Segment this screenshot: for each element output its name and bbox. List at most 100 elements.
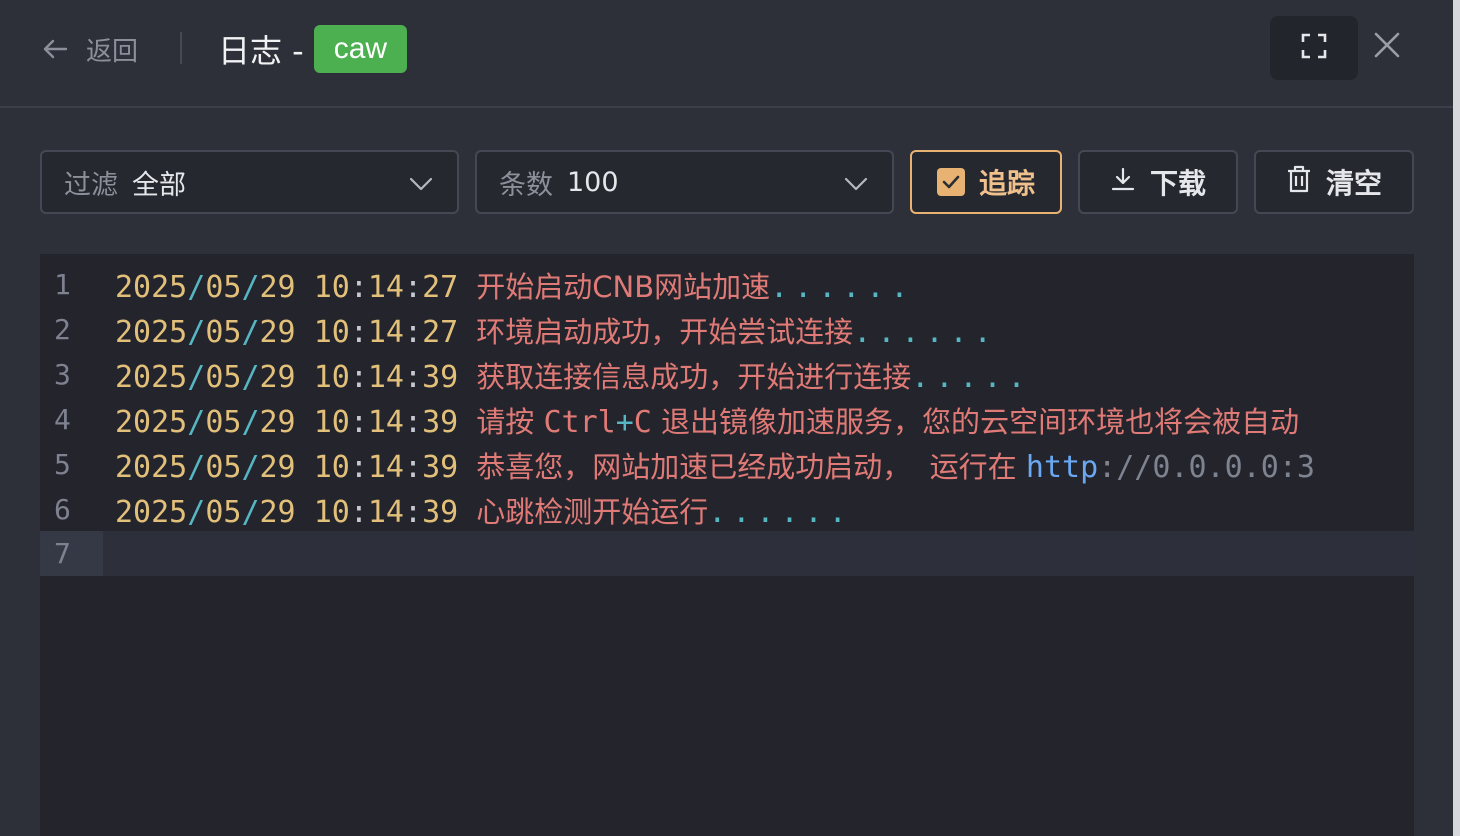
log-year: 2025 <box>115 269 188 305</box>
log-message: 恭喜您，网站加速已经成功启动， 运行在 <box>476 449 1026 484</box>
filter-value: 全部 <box>132 169 186 201</box>
header-divider <box>180 32 182 64</box>
fullscreen-icon <box>1300 32 1328 64</box>
log-day: 29 <box>259 314 296 350</box>
log-viewer[interactable]: 1 2025/05/29 10:14:27 开始启动CNB网站加速...... … <box>40 254 1414 836</box>
count-label: 条数 <box>499 169 553 201</box>
log-minute: 14 <box>367 404 404 440</box>
log-content: 2025/05/29 10:14:27 开始启动CNB网站加速...... <box>115 269 915 305</box>
log-line: 3 2025/05/29 10:14:39 获取连接信息成功，开始进行连接...… <box>40 352 1414 397</box>
log-month: 05 <box>205 269 242 305</box>
log-hour: 10 <box>313 314 350 350</box>
line-number: 5 <box>54 448 71 481</box>
checkbox-checked-icon[interactable] <box>936 168 965 196</box>
clear-label: 清空 <box>1325 167 1382 200</box>
log-line-active[interactable]: 7 <box>40 531 1414 576</box>
log-message: 环境启动成功，开始尝试连接 <box>476 314 854 349</box>
back-label: 返回 <box>86 36 139 67</box>
log-day: 29 <box>259 404 296 440</box>
log-year: 2025 <box>115 449 188 485</box>
log-second: 39 <box>422 494 459 530</box>
log-minute: 14 <box>367 359 404 395</box>
line-number: 1 <box>54 268 71 301</box>
log-second: 39 <box>422 359 459 395</box>
fullscreen-button[interactable] <box>1270 16 1358 80</box>
log-second: 27 <box>422 314 459 350</box>
line-number: 3 <box>54 358 71 391</box>
log-content: 2025/05/29 10:14:39 请按 Ctrl+C 退出镜像加速服务，您… <box>115 404 1300 440</box>
line-number: 6 <box>54 493 71 526</box>
track-label: 追踪 <box>978 167 1035 200</box>
log-hour: 10 <box>313 449 350 485</box>
log-minute: 14 <box>367 449 404 485</box>
log-url-scheme[interactable]: http <box>1026 450 1098 485</box>
log-second: 39 <box>422 404 459 440</box>
log-month: 05 <box>205 449 242 485</box>
log-day: 29 <box>259 359 296 395</box>
log-dots: ...... <box>853 314 998 350</box>
dialog-header: 返回 日志 - caw <box>0 0 1453 108</box>
line-number: 2 <box>54 313 71 346</box>
log-message: 心跳检测开始运行 <box>476 494 709 529</box>
title-text: 日志 - <box>218 32 304 70</box>
back-button[interactable]: 返回 <box>40 30 138 68</box>
log-line: 1 2025/05/29 10:14:27 开始启动CNB网站加速...... <box>40 262 1414 307</box>
count-select[interactable]: 条数 100 <box>475 150 894 214</box>
line-number: 4 <box>54 403 71 436</box>
chevron-down-icon <box>844 172 868 203</box>
log-line: 5 2025/05/29 10:14:39 恭喜您，网站加速已经成功启动， 运行… <box>40 442 1414 487</box>
line-number: 7 <box>40 531 103 576</box>
log-month: 05 <box>205 494 242 530</box>
log-hour: 10 <box>313 494 350 530</box>
log-dots: ...... <box>708 494 853 530</box>
page-title: 日志 - caw <box>218 24 408 74</box>
log-year: 2025 <box>115 359 188 395</box>
log-content: 2025/05/29 10:14:39 恭喜您，网站加速已经成功启动， 运行在 … <box>115 449 1315 485</box>
log-content: 2025/05/29 10:14:39 获取连接信息成功，开始进行连接..... <box>115 359 1032 395</box>
download-button[interactable]: 下载 <box>1078 150 1238 214</box>
log-key-c: C <box>633 404 652 440</box>
log-hour: 10 <box>313 269 350 305</box>
close-icon <box>1372 30 1402 64</box>
log-url[interactable]: ://0.0.0.0:3 <box>1098 450 1315 485</box>
log-message: 请按 <box>476 404 544 439</box>
track-toggle-button[interactable]: 追踪 <box>910 150 1062 214</box>
log-line: 4 2025/05/29 10:14:39 请按 Ctrl+C 退出镜像加速服务… <box>40 397 1414 442</box>
log-second: 39 <box>422 449 459 485</box>
log-minute: 14 <box>367 494 404 530</box>
title-badge: caw <box>313 25 408 73</box>
log-day: 29 <box>259 449 296 485</box>
log-year: 2025 <box>115 404 188 440</box>
log-month: 05 <box>205 359 242 395</box>
log-content: 2025/05/29 10:14:39 心跳检测开始运行...... <box>115 494 853 530</box>
arrow-left-icon <box>40 34 70 64</box>
log-message: 开始启动CNB网站加速 <box>476 269 771 304</box>
log-day: 29 <box>259 494 296 530</box>
log-message: 获取连接信息成功，开始进行连接 <box>476 359 912 394</box>
filter-label: 过滤 <box>64 169 118 201</box>
log-hour: 10 <box>313 404 350 440</box>
count-value: 100 <box>567 166 619 198</box>
log-day: 29 <box>259 269 296 305</box>
log-year: 2025 <box>115 314 188 350</box>
clear-button[interactable]: 清空 <box>1254 150 1414 214</box>
window-edge <box>1453 0 1460 836</box>
log-year: 2025 <box>115 494 188 530</box>
filter-select[interactable]: 过滤 全部 <box>40 150 459 214</box>
log-month: 05 <box>205 314 242 350</box>
log-content: 2025/05/29 10:14:27 环境启动成功，开始尝试连接...... <box>115 314 998 350</box>
close-button[interactable] <box>1370 30 1404 64</box>
log-key-plus: + <box>615 404 634 440</box>
download-label: 下载 <box>1149 167 1206 200</box>
log-dialog: 返回 日志 - caw 过滤 全部 条数 100 追踪 下载 清空 1 2025… <box>0 0 1453 836</box>
log-line: 6 2025/05/29 10:14:39 心跳检测开始运行...... <box>40 487 1414 532</box>
chevron-down-icon <box>409 172 433 203</box>
trash-icon <box>1286 165 1312 200</box>
log-key-ctrl: Ctrl <box>543 404 616 440</box>
log-minute: 14 <box>367 269 404 305</box>
log-second: 27 <box>422 269 459 305</box>
download-icon <box>1110 166 1136 199</box>
log-dots: ..... <box>911 359 1032 395</box>
log-message-tail: 退出镜像加速服务，您的云空间环境也将会被自动 <box>651 404 1300 439</box>
log-month: 05 <box>205 404 242 440</box>
